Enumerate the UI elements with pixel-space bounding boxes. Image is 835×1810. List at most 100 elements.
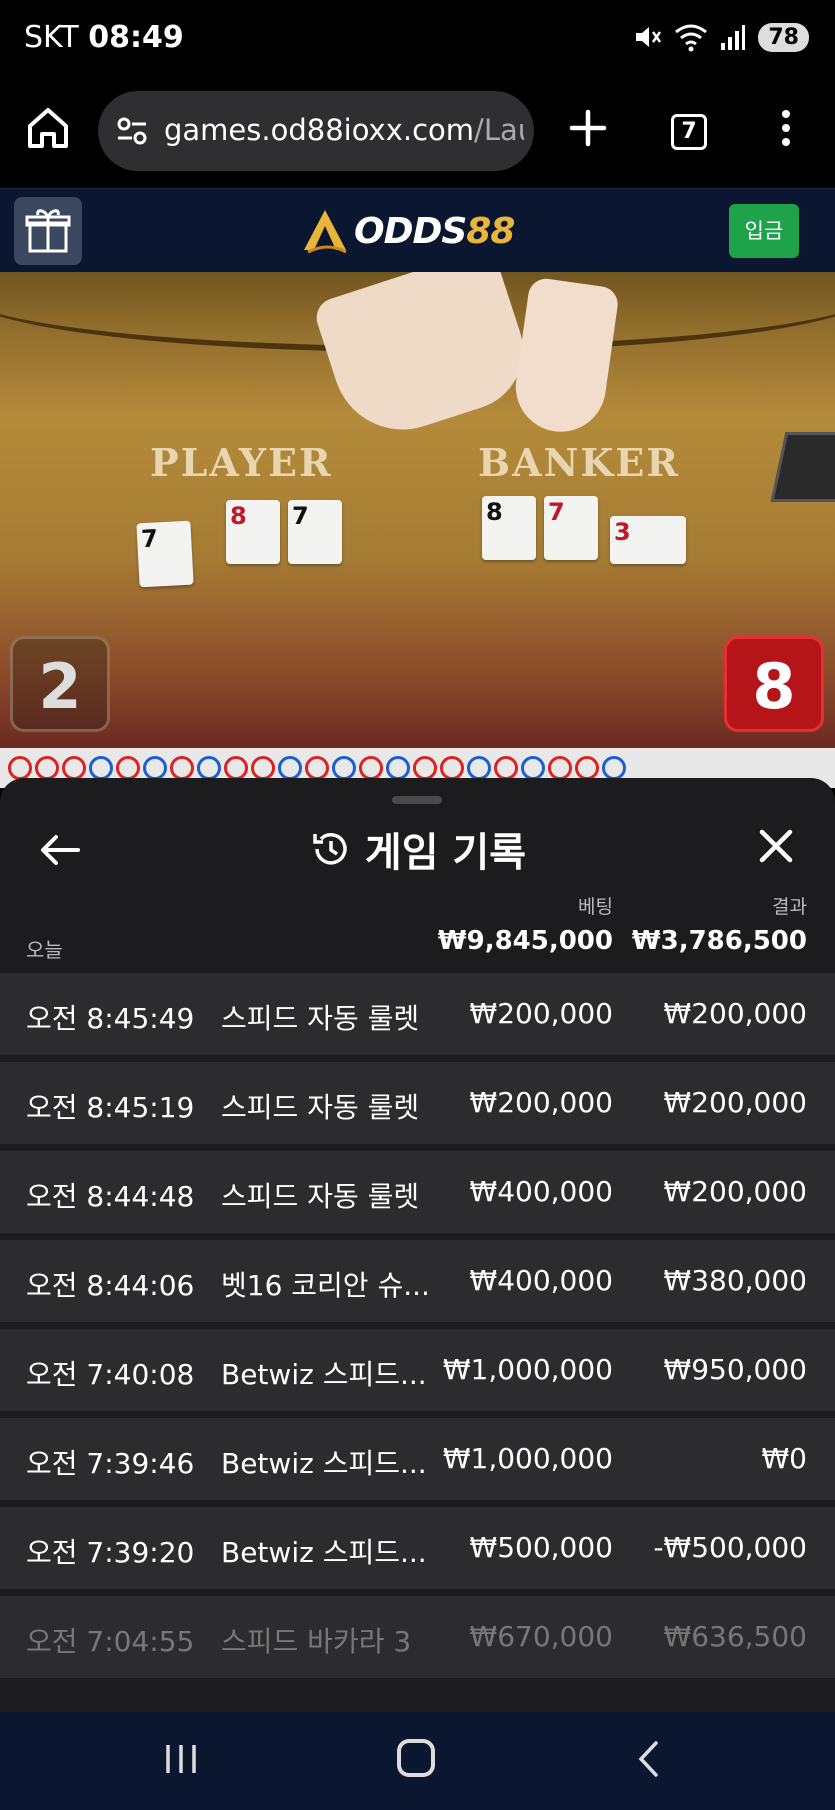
history-row[interactable]: 오전 8:44:06 벳16 코리안 슈... ₩400,000 ₩380,00… [0,1240,835,1322]
row-game: 스피드 바카라 3 [221,1625,412,1658]
clock: 08:49 [88,20,184,55]
player-card-3: 7 [288,500,342,564]
row-result: ₩0 [761,1442,808,1475]
row-game: Betwiz 스피드... [221,1536,427,1569]
row-game: Betwiz 스피드... [221,1358,427,1391]
player-card-2: 8 [226,500,280,564]
history-row[interactable]: 오전 7:40:08 Betwiz 스피드... ₩1,000,000 ₩950… [0,1329,835,1411]
wifi-icon [675,24,708,52]
road-dot-banker [116,756,140,780]
road-dot-banker [8,756,32,780]
banker-score: 8 [724,636,824,732]
road-dot-player [521,756,545,780]
row-bet: ₩400,000 [469,1175,613,1208]
player-card-1: 7 [136,520,194,588]
road-dot-player [143,756,167,780]
total-bet: ₩9,845,000 [437,926,613,956]
site-settings-icon[interactable] [114,113,150,149]
road-dot-banker [224,756,248,780]
road-dot-banker [170,756,194,780]
row-game: 스피드 자동 룰렛 [221,1091,420,1124]
row-result: -₩500,000 [653,1531,807,1564]
row-game: 스피드 자동 룰렛 [221,1180,420,1213]
row-bet: ₩500,000 [469,1531,613,1564]
row-result: ₩636,500 [663,1620,807,1653]
system-nav-bar [0,1712,835,1810]
row-bet: ₩200,000 [469,997,613,1030]
road-dot-banker [548,756,572,780]
total-result: ₩3,786,500 [631,926,807,956]
new-tab-icon[interactable] [568,108,608,148]
road-dot-banker [251,756,275,780]
history-row[interactable]: 오전 8:44:48 스피드 자동 룰렛 ₩400,000 ₩200,000 [0,1151,835,1233]
banker-card-2: 7 [544,496,598,560]
live-video[interactable]: PLAYER BANKER 7 8 7 8 7 3 2 8 [0,272,835,748]
row-time: 오전 7:04:55 [26,1625,195,1658]
url-path: /Laun [474,113,524,147]
row-result: ₩380,000 [663,1264,807,1297]
close-icon[interactable] [756,826,796,866]
row-bet: ₩400,000 [469,1264,613,1297]
panel-title-text: 게임 기록 [364,830,527,876]
logo-prefix: ODDS [354,210,467,252]
road-dot-banker [62,756,86,780]
logo-suffix: 88 [466,210,515,252]
game-history-panel: 게임 기록 베팅 결과 오늘 ₩9,845,000 ₩3,786,500 오전 … [0,778,835,1712]
history-row[interactable]: 오전 7:39:46 Betwiz 스피드... ₩1,000,000 ₩0 [0,1418,835,1500]
deposit-button[interactable]: 입금 [729,204,799,258]
mute-icon [636,27,662,47]
road-dot-player [602,756,626,780]
row-result: ₩200,000 [663,1086,807,1119]
row-result: ₩950,000 [663,1353,807,1386]
road-dot-banker [575,756,599,780]
history-row[interactable]: 오전 8:45:19 스피드 자동 룰렛 ₩200,000 ₩200,000 [0,1062,835,1144]
recents-icon[interactable] [164,1742,198,1776]
status-left: SKT 08:49 [24,20,184,55]
status-bar: SKT 08:49 78 [0,0,835,78]
history-row[interactable]: 오전 7:39:20 Betwiz 스피드... ₩500,000 -₩500,… [0,1507,835,1589]
panel-title: 게임 기록 [0,820,835,878]
site-header: ODDS88 입금 [0,188,835,272]
history-icon [313,833,347,865]
home-icon[interactable] [24,104,72,152]
road-dot-banker [305,756,329,780]
promotions-button[interactable] [14,197,82,265]
logo-text: ODDS88 [354,210,515,252]
row-time: 오전 8:44:06 [26,1269,195,1302]
tab-switcher-button[interactable]: 7 [671,114,707,150]
row-bet: ₩1,000,000 [442,1353,613,1386]
banker-card-3: 3 [610,516,686,564]
odds88-logo[interactable]: ODDS88 [300,205,515,257]
dealer-hand-right [509,276,621,438]
gift-icon [25,209,71,253]
more-menu-icon[interactable] [778,108,794,148]
history-row[interactable]: 오전 7:04:55 스피드 바카라 3 ₩670,000 ₩636,500 [0,1596,835,1678]
carrier-label: SKT [24,20,79,55]
road-dot-banker [35,756,59,780]
road-dot-player [89,756,113,780]
row-bet: ₩200,000 [469,1086,613,1119]
row-time: 오전 8:45:49 [26,1002,195,1035]
player-score: 2 [10,636,110,732]
row-time: 오전 8:45:19 [26,1091,195,1124]
drag-handle[interactable] [392,796,442,804]
nav-back-icon[interactable] [636,1740,660,1778]
signal-icon [721,25,746,50]
road-dot-banker [413,756,437,780]
browser-toolbar: games.od88ioxx.com/Laun 7 [0,78,835,188]
road-dot-banker [494,756,518,780]
result-column-header: 결과 [772,896,807,918]
road-dots [8,756,626,780]
banker-label: BANKER [478,440,680,485]
road-dot-banker [440,756,464,780]
road-dot-player [386,756,410,780]
battery-badge: 78 [758,22,809,52]
road-dot-player [197,756,221,780]
url-domain: games.od88ioxx.com [164,113,475,147]
url-text: games.od88ioxx.com/Laun [164,113,524,147]
address-bar[interactable]: games.od88ioxx.com/Laun [98,91,534,171]
row-time: 오전 7:39:46 [26,1447,195,1480]
history-row[interactable]: 오전 8:45:49 스피드 자동 룰렛 ₩200,000 ₩200,000 [0,973,835,1055]
nav-home-button[interactable] [397,1739,435,1777]
row-result: ₩200,000 [663,997,807,1030]
